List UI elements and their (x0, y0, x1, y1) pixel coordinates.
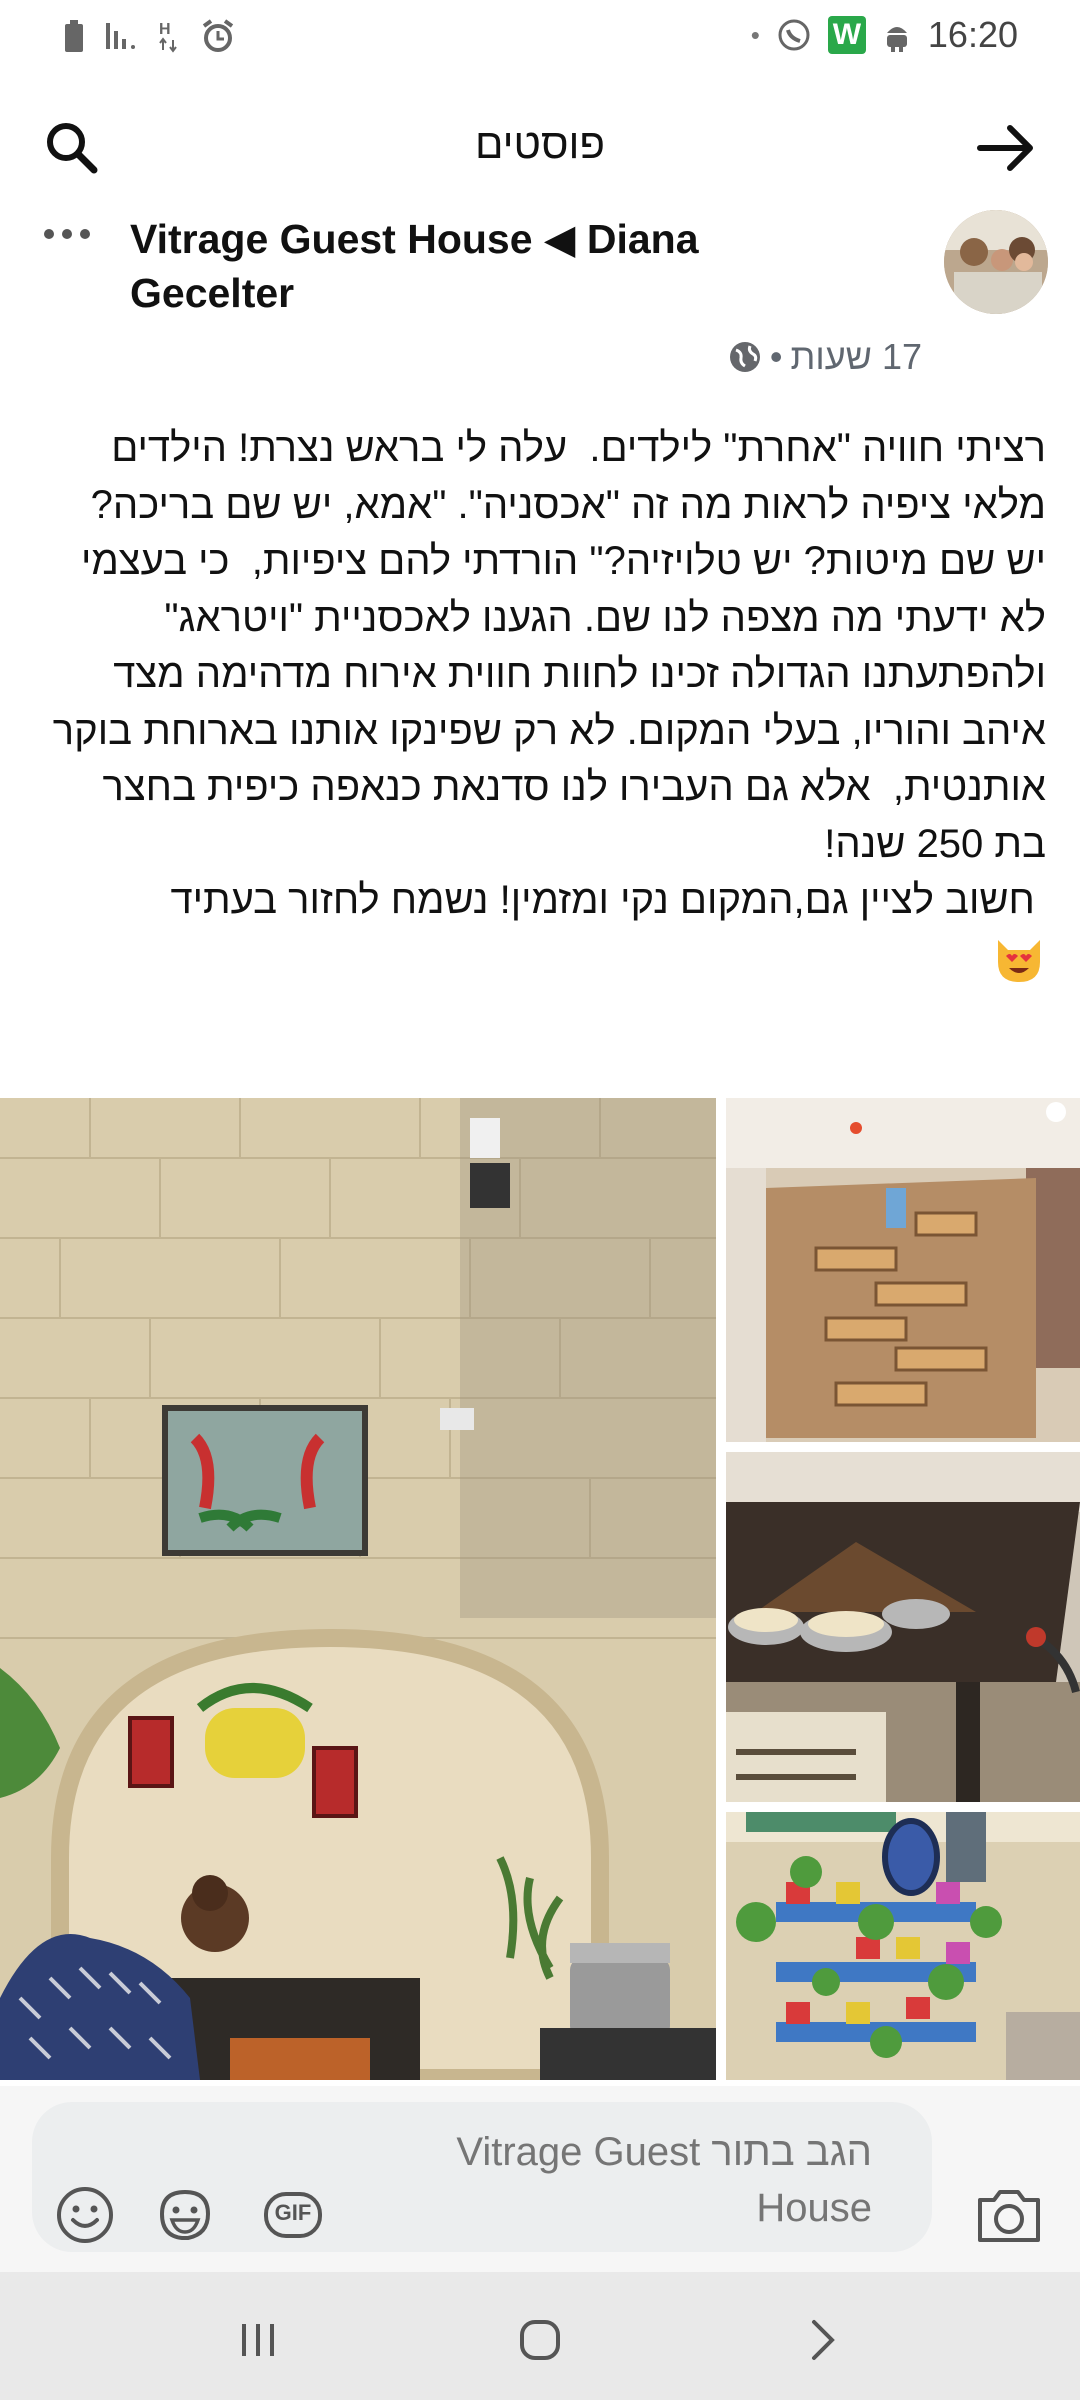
camera-icon[interactable] (974, 2182, 1044, 2246)
comment-composer: הגב בתור Vitrage Guest House GIF (0, 2086, 1080, 2272)
status-bar: H • W 16:20 (0, 0, 1080, 78)
alarm-icon (202, 19, 234, 52)
gif-icon[interactable]: GIF (262, 2184, 324, 2246)
system-nav-bar (0, 2272, 1080, 2400)
post-timestamp[interactable]: 17 שעות (790, 336, 922, 378)
globe-icon (729, 342, 760, 372)
heart-eyes-cat-icon (998, 939, 1040, 982)
comment-input[interactable]: הגב בתור Vitrage Guest House GIF (32, 2102, 932, 2252)
notification-dot-icon: • (750, 19, 760, 50)
avatar[interactable] (944, 210, 1048, 314)
status-right-icons: • W 16:20 (751, 14, 1018, 56)
status-time: 16:20 (927, 14, 1018, 55)
post-photo-oven[interactable] (726, 1452, 1080, 1802)
meta-separator: • (769, 336, 783, 377)
android-icon (886, 27, 907, 52)
more-dots-icon[interactable] (42, 205, 102, 245)
page-title: פוסטים (474, 120, 606, 167)
sticker-icon[interactable] (154, 2184, 216, 2246)
post-photo-fountain[interactable] (726, 1098, 1080, 1442)
signal-icon (106, 23, 135, 49)
status-left-icons: H (62, 18, 236, 54)
app-badge-icon: W (827, 16, 866, 54)
post-photo-main[interactable] (0, 1098, 716, 2080)
top-bar: פוסטים (0, 100, 1080, 192)
whatsapp-icon (778, 19, 810, 51)
recent-apps-icon[interactable] (228, 2310, 288, 2370)
post-body-text: רציתי חוויה "אחרת" לילדים. עלה לי בראש נ… (52, 426, 1046, 922)
arrow-right-icon[interactable] (974, 118, 1038, 178)
network-h-icon: H (159, 21, 177, 53)
comment-placeholder: הגב בתור Vitrage Guest House (456, 2130, 872, 2230)
post-photo-plants[interactable] (726, 1812, 1080, 2080)
post-author[interactable]: Vitrage Guest House ◀ Diana Gecelter (130, 212, 750, 320)
post-meta: 17 שעות • (728, 336, 922, 378)
gif-label: GIF (274, 2200, 312, 2225)
svg-text:H: H (159, 21, 171, 38)
home-icon[interactable] (510, 2310, 570, 2370)
battery-saver-icon (65, 20, 83, 52)
post-body: רציתי חוויה "אחרת" לילדים. עלה לי בראש נ… (48, 420, 1046, 986)
nav-back-icon[interactable] (792, 2310, 852, 2370)
smiley-icon[interactable] (54, 2184, 116, 2246)
